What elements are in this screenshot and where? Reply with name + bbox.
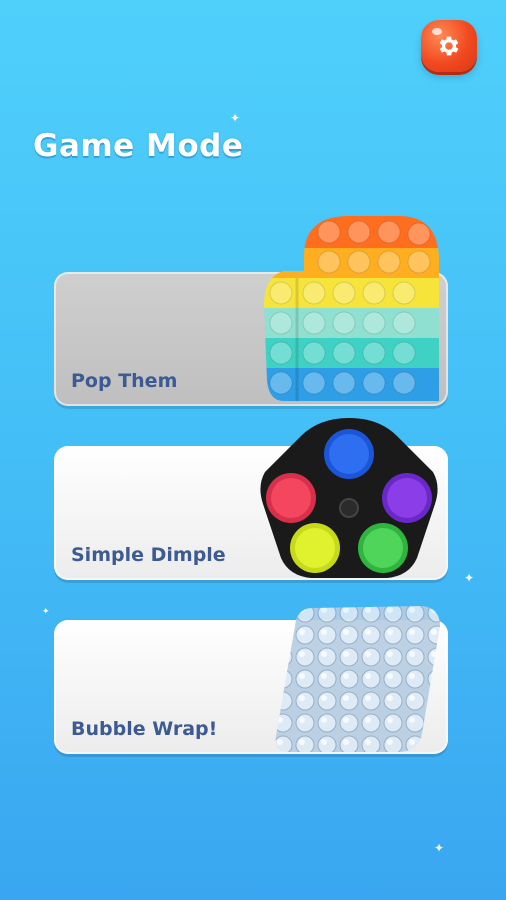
mode-label-bubble-wrap: Bubble Wrap! (71, 718, 218, 740)
sparkle-decoration: ✦ (42, 607, 50, 617)
sparkle-decoration: ✦ (230, 111, 241, 125)
mode-card-pop-them[interactable]: Pop Them (54, 216, 448, 406)
mode-label-simple-dimple: Simple Dimple (71, 544, 226, 566)
mode-card-simple-dimple[interactable]: Simple Dimple (54, 418, 448, 580)
mode-card-bubble-wrap[interactable]: Bubble Wrap! (54, 606, 448, 754)
page-title: Game Mode (33, 128, 244, 164)
settings-button[interactable] (421, 20, 477, 72)
mode-label-pop-them: Pop Them (71, 370, 178, 392)
bubble-wrap-image (275, 606, 440, 752)
gear-icon (439, 36, 459, 56)
button-shine (432, 28, 442, 35)
rainbow-pop-it-image (264, 216, 439, 401)
simple-dimple-image (260, 418, 438, 578)
sparkle-decoration: ✦ (464, 571, 475, 585)
sparkle-decoration: ✦ (434, 841, 445, 855)
